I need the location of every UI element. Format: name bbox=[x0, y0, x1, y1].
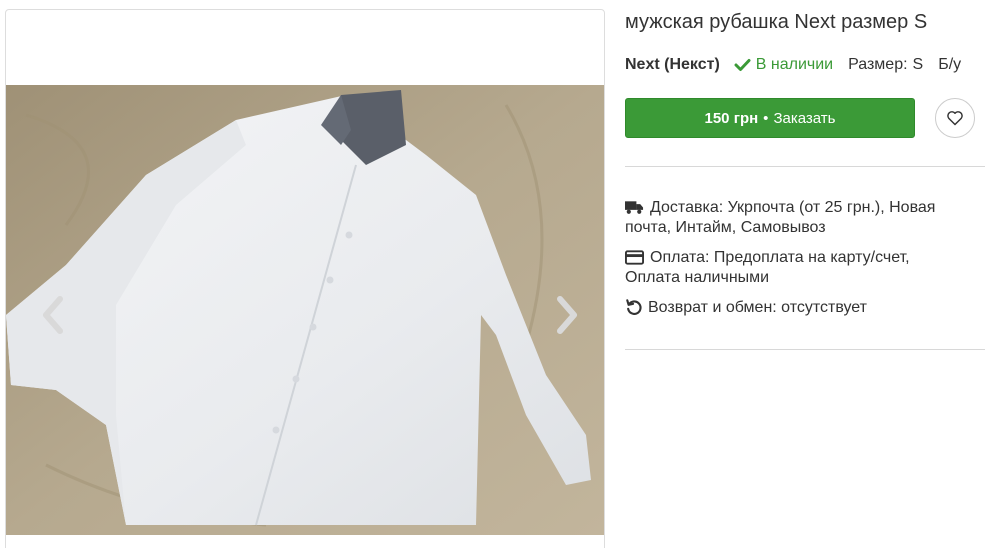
delivery-text: Доставка: Укрпочта (от 25 грн.), Новая п… bbox=[625, 199, 936, 236]
divider bbox=[625, 349, 985, 350]
prev-photo-button[interactable] bbox=[38, 295, 68, 335]
payment-text: Оплата: Предоплата на карту/счет, Оплата… bbox=[625, 249, 910, 286]
stock-status: В наличии bbox=[734, 56, 833, 74]
truck-icon bbox=[625, 201, 644, 214]
product-gallery bbox=[5, 9, 605, 548]
divider bbox=[625, 166, 985, 167]
order-separator: • bbox=[763, 109, 769, 127]
product-photo[interactable] bbox=[6, 85, 604, 535]
credit-card-icon bbox=[625, 250, 644, 265]
order-action-label: Заказать bbox=[773, 109, 836, 127]
payment-info: Оплата: Предоплата на карту/счет, Оплата… bbox=[625, 248, 965, 288]
size-value: S bbox=[912, 56, 924, 73]
product-title: мужская рубашка Next размер S bbox=[625, 11, 928, 33]
returns-info: Возврат и обмен: отсутствует bbox=[625, 298, 965, 318]
shirt-photo-image bbox=[6, 85, 604, 535]
product-meta: Next (Некст) В наличии Размер: S Б/у bbox=[625, 56, 961, 74]
next-photo-button[interactable] bbox=[552, 295, 582, 335]
chevron-right-icon bbox=[557, 296, 577, 334]
chevron-left-icon bbox=[43, 296, 63, 334]
order-price: 150 грн bbox=[704, 109, 759, 127]
stock-status-label: В наличии bbox=[755, 56, 834, 73]
check-icon bbox=[734, 59, 751, 71]
undo-icon bbox=[626, 299, 642, 315]
size-label: Размер: bbox=[848, 56, 908, 73]
condition-label: Б/у bbox=[938, 56, 962, 73]
brand-link[interactable]: Next (Некст) bbox=[625, 56, 720, 74]
delivery-info: Доставка: Укрпочта (от 25 грн.), Новая п… bbox=[625, 198, 965, 238]
heart-icon bbox=[947, 111, 963, 126]
returns-text: Возврат и обмен: отсутствует bbox=[648, 299, 867, 316]
favorite-button[interactable] bbox=[935, 98, 975, 138]
order-button[interactable]: 150 грн • Заказать bbox=[625, 98, 915, 138]
